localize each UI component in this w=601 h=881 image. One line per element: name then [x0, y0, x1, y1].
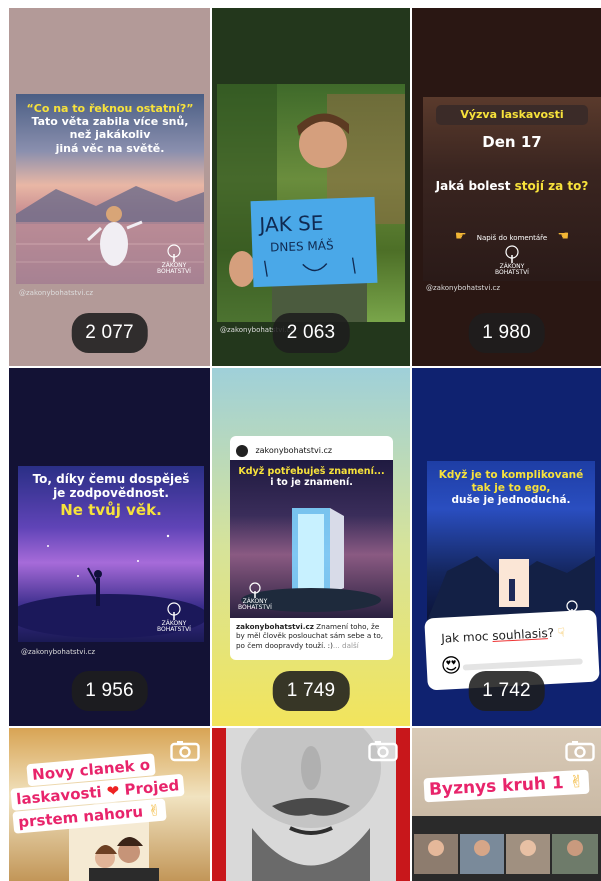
story-tile[interactable]: Novy clanek o laskavosti ❤ Projed prstem… [9, 728, 210, 881]
challenge-day: Den 17 [482, 133, 542, 151]
account-handle: @zakonybohatstvi.cz [19, 289, 94, 297]
story-photo-card: JAK SE DNES MÁŠ [217, 84, 405, 322]
view-count: 2 063 [272, 313, 350, 353]
call-participant-tile [552, 834, 598, 874]
brand-logo: ZÁKONY BOHATSTVÍ [154, 602, 194, 634]
poll-question: Jak moc souhlasis? ☟ [440, 625, 566, 646]
quote-line-3: Ne tvůj věk. [60, 500, 162, 519]
call-participant-tile [414, 834, 458, 874]
view-count: 1 742 [468, 671, 545, 711]
stories-grid: “Co na to řeknou ostatní?” Tato věta zab… [0, 0, 601, 881]
participant-avatar [474, 840, 490, 856]
story-tile[interactable]: Výzva laskavosti Den 17 Jaká bolest stoj… [412, 8, 601, 366]
challenge-badge-label: Výzva laskavosti [460, 108, 564, 121]
challenge-badge: Výzva laskavosti [436, 105, 588, 125]
participant-avatar [520, 840, 536, 856]
logo-text: ZÁKONY BOHATSTVÍ [157, 261, 191, 276]
emoji-slider-thumb[interactable]: 😍 [440, 655, 462, 678]
participant-avatar [428, 840, 444, 856]
pointing-hand-icon: ☛ [454, 229, 467, 244]
byznys-kruh-sticker: Byznys kruh 1 ✌ [423, 769, 590, 803]
camera-icon [565, 741, 595, 762]
logo-text: ZÁKONY BOHATSTVÍ [495, 262, 529, 277]
tree-icon [505, 245, 519, 263]
story-tile[interactable] [212, 728, 410, 881]
story-tile[interactable]: To, díky čemu dospěješ je zodpovědnost. … [9, 368, 210, 726]
brand-logo: ZÁKONY BOHATSTVÍ [492, 245, 532, 277]
post-image: Když potřebuješ znamení... i to je zname… [230, 460, 393, 618]
pointing-down-hand-icon: ☟ [557, 625, 566, 640]
tree-icon [167, 244, 181, 262]
quote-line-2: je zodpovědnost. [53, 486, 169, 501]
account-handle: @zakonybohatstvi.cz [426, 284, 501, 292]
logo-text: ZÁKONY BOHATSTVÍ [157, 619, 191, 634]
emoji-slider-track[interactable] [462, 658, 583, 671]
story-tile[interactable]: Byznys kruh 1 ✌ [412, 728, 601, 881]
story-tile[interactable]: Když je to komplikované tak je to ego, d… [412, 368, 601, 726]
view-count: 2 077 [71, 313, 148, 353]
challenge-question: Jaká bolest stojí za to? [435, 179, 589, 193]
quote-line-2: tak je to ego, [471, 481, 551, 494]
quote-line-1: Když je to komplikované [438, 469, 584, 481]
quote-line-4: jiná věc na světě. [55, 141, 165, 155]
smiley-doodle [263, 257, 356, 277]
hand-written-sign: JAK SE DNES MÁŠ [250, 196, 378, 288]
story-image-card: To, díky čemu dospěješ je zodpovědnost. … [18, 466, 204, 642]
quote-line-3: duše je jednoduchá. [451, 494, 571, 507]
brand-logo: ZÁKONY BOHATSTVÍ [154, 244, 194, 276]
story-image-card: Výzva laskavosti Den 17 Jaká bolest stoj… [423, 97, 601, 281]
story-tile[interactable]: “Co na to řeknou ostatní?” Tato věta zab… [9, 8, 210, 366]
video-call-screen [412, 816, 601, 881]
tree-icon [249, 582, 261, 598]
brand-logo: ZÁKONY BOHATSTVÍ [238, 582, 272, 612]
caption-more-link[interactable]: ... další [333, 641, 359, 650]
shared-post-card: zakonybohatstvi.cz Když potřebuješ zname… [230, 436, 393, 660]
story-tile[interactable]: zakonybohatstvi.cz Když potřebuješ zname… [212, 368, 410, 726]
quote-line-2: Tato věta zabila více snů, [31, 115, 189, 129]
story-image-card: “Co na to řeknou ostatní?” Tato věta zab… [16, 94, 204, 284]
logo-text: ZÁKONY BOHATSTVÍ [238, 597, 272, 612]
comment-cta: ☛ Napiš do komentáře ☚ [454, 229, 570, 244]
pointing-hand-icon: ☚ [557, 229, 570, 244]
call-participant-tile [460, 834, 504, 874]
story-image-card: Když je to komplikované tak je to ego, d… [427, 461, 595, 621]
heart-emoji: ❤ [106, 781, 121, 801]
story-tile[interactable]: JAK SE DNES MÁŠ @zakonybohatstvi.cz 2 06… [212, 8, 410, 366]
victory-hand-emoji: ✌ [147, 800, 162, 820]
view-count: 1 956 [71, 671, 148, 711]
camera-icon [368, 741, 398, 762]
avatar [236, 444, 248, 457]
quote-line-1: “Co na to řeknou ostatní?” [26, 102, 194, 115]
call-participant-tile [506, 834, 550, 874]
view-count: 1 749 [272, 671, 350, 711]
tree-icon [167, 602, 181, 620]
account-handle: @zakonybohatstvi.cz [21, 648, 96, 656]
quote-line-3: než jakákoliv [69, 128, 151, 142]
victory-hand-emoji: ✌ [569, 771, 585, 793]
quote-line-1: To, díky čemu dospěješ [32, 472, 190, 486]
post-caption: zakonybohatstvi.cz Znamení toho, že by m… [236, 622, 388, 650]
participant-avatar [567, 840, 583, 856]
caption-user: zakonybohatstvi.cz [236, 622, 314, 631]
view-count: 1 980 [468, 313, 545, 353]
post-header: zakonybohatstvi.cz [236, 442, 333, 457]
post-account-name: zakonybohatstvi.cz [255, 446, 333, 456]
